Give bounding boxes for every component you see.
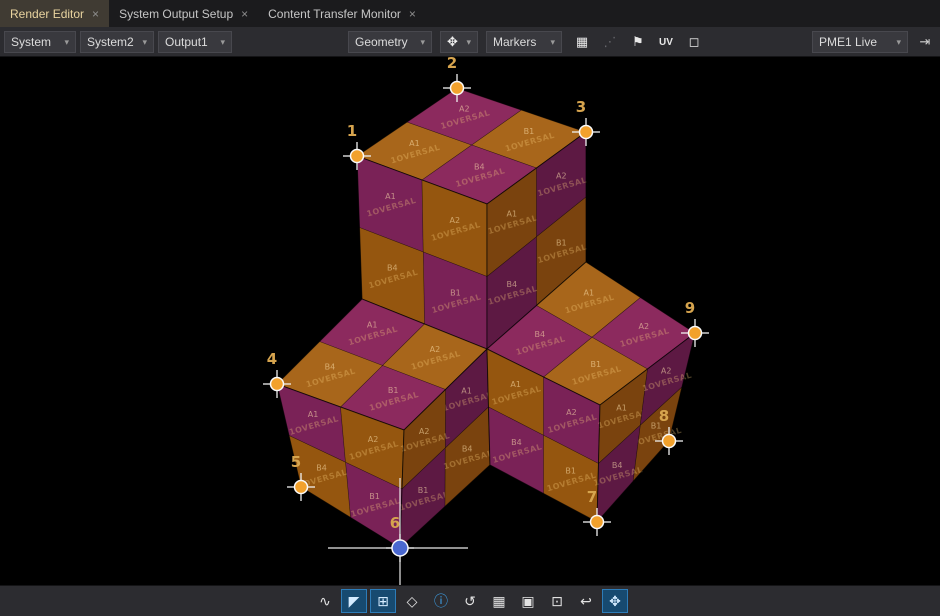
tab-render-editor[interactable]: Render Editor × <box>0 0 109 27</box>
screen-import-button[interactable]: ⊡ <box>544 589 570 613</box>
svg-text:1: 1 <box>347 122 357 140</box>
move-arrows-icon: ✥ <box>447 34 458 50</box>
svg-text:B4: B4 <box>316 464 327 473</box>
svg-text:A1: A1 <box>506 209 517 218</box>
svg-text:B4: B4 <box>612 461 623 470</box>
svg-text:B1: B1 <box>369 492 380 501</box>
svg-text:3: 3 <box>576 98 586 116</box>
svg-text:A1: A1 <box>308 410 319 419</box>
toolbar-icon-group: ▦⋰⚑UV◻ <box>570 31 706 53</box>
chevron-down-icon: ▾ <box>64 37 69 48</box>
svg-text:A2: A2 <box>556 171 567 180</box>
svg-text:B1: B1 <box>388 386 399 395</box>
flag-icon[interactable]: ⚑ <box>626 31 650 53</box>
svg-text:5: 5 <box>291 453 301 471</box>
bottom-toolbar: ∿◤⊞◇ⓘ↺▦▣⊡↩✥ <box>0 585 940 616</box>
svg-text:A1: A1 <box>409 139 420 148</box>
snap-path-icon[interactable]: ⋰ <box>598 31 622 53</box>
live-mode-dropdown[interactable]: PME1 Live ▾ <box>812 31 908 53</box>
uv-icon[interactable]: UV <box>654 31 678 53</box>
svg-text:7: 7 <box>587 488 597 506</box>
svg-text:A1: A1 <box>367 321 378 330</box>
system2-dropdown[interactable]: System2 ▾ <box>80 31 154 53</box>
svg-text:B4: B4 <box>506 280 517 289</box>
svg-text:B4: B4 <box>474 162 485 171</box>
spline-tool-button[interactable]: ∿ <box>312 589 338 613</box>
svg-text:2: 2 <box>447 57 457 72</box>
plane-tool-button[interactable]: ◇ <box>399 589 425 613</box>
chevron-down-icon: ▾ <box>142 37 147 48</box>
svg-text:6: 6 <box>390 514 400 532</box>
svg-text:4: 4 <box>267 350 277 368</box>
svg-text:A2: A2 <box>661 367 672 376</box>
svg-text:A2: A2 <box>450 216 461 225</box>
svg-text:A2: A2 <box>430 345 441 354</box>
viewport-svg: A11OVERSALA21OVERSALB11OVERSALB41OVERSAL… <box>0 57 940 585</box>
selection-box-icon[interactable]: ◻ <box>682 31 706 53</box>
svg-text:B1: B1 <box>590 360 601 369</box>
tab-content-transfer-monitor[interactable]: Content Transfer Monitor × <box>258 0 426 27</box>
screen-export-button[interactable]: ▣ <box>515 589 541 613</box>
render-editor-window: Render Editor×System Output Setup×Conten… <box>0 0 940 616</box>
output-dropdown[interactable]: Output1 ▾ <box>158 31 232 53</box>
svg-text:A1: A1 <box>510 380 521 389</box>
chevron-down-icon: ▾ <box>220 37 225 48</box>
svg-text:A2: A2 <box>419 427 430 436</box>
chevron-down-icon: ▾ <box>466 37 471 48</box>
tab-label: System Output Setup <box>119 7 233 21</box>
svg-text:A2: A2 <box>566 408 577 417</box>
tab-system-output-setup[interactable]: System Output Setup × <box>109 0 258 27</box>
svg-text:A2: A2 <box>368 435 379 444</box>
chevron-down-icon: ▾ <box>896 37 901 48</box>
svg-text:B1: B1 <box>418 486 429 495</box>
svg-text:B4: B4 <box>462 445 473 454</box>
grid-icon[interactable]: ▦ <box>570 31 594 53</box>
live-mode-label: PME1 Live <box>819 35 877 49</box>
svg-text:B1: B1 <box>524 127 535 136</box>
svg-text:A1: A1 <box>616 404 627 413</box>
svg-text:9: 9 <box>685 299 695 317</box>
move-tool-dropdown[interactable]: ✥ ▾ <box>440 31 478 53</box>
system-dropdown-label: System <box>11 35 51 49</box>
svg-text:A1: A1 <box>385 192 396 201</box>
pin-icon: ⇥ <box>920 34 931 50</box>
close-icon[interactable]: × <box>241 8 248 20</box>
svg-text:B4: B4 <box>387 264 398 273</box>
system-dropdown[interactable]: System ▾ <box>4 31 76 53</box>
geometry-dropdown-label: Geometry <box>355 35 408 49</box>
geometry-dropdown[interactable]: Geometry ▾ <box>348 31 432 53</box>
close-icon[interactable]: × <box>409 8 416 20</box>
pointer-tool-button[interactable]: ◤ <box>341 589 367 613</box>
svg-text:B4: B4 <box>534 330 545 339</box>
render-viewport[interactable]: A11OVERSALA21OVERSALB11OVERSALB41OVERSAL… <box>0 57 940 585</box>
svg-text:B1: B1 <box>450 288 461 297</box>
main-toolbar: System ▾ System2 ▾ Output1 ▾ Geometry ▾ … <box>0 27 940 57</box>
svg-text:B4: B4 <box>325 363 336 372</box>
svg-text:A2: A2 <box>459 104 470 113</box>
move-tool-button[interactable]: ✥ <box>602 589 628 613</box>
close-icon[interactable]: × <box>92 8 99 20</box>
system2-dropdown-label: System2 <box>87 35 134 49</box>
pin-panel-button[interactable]: ⇥ <box>914 31 936 53</box>
svg-text:A2: A2 <box>638 322 649 331</box>
tab-bar: Render Editor×System Output Setup×Conten… <box>0 0 940 27</box>
tab-label: Render Editor <box>10 7 84 21</box>
mesh-grid-button[interactable]: ▦ <box>486 589 512 613</box>
output-dropdown-label: Output1 <box>165 35 208 49</box>
svg-text:B4: B4 <box>511 438 522 447</box>
chevron-down-icon: ▾ <box>420 37 425 48</box>
svg-text:A1: A1 <box>461 386 472 395</box>
chevron-down-icon: ▾ <box>550 37 555 48</box>
undo-button[interactable]: ↩ <box>573 589 599 613</box>
markers-dropdown-label: Markers <box>493 35 536 49</box>
svg-text:8: 8 <box>659 407 669 425</box>
svg-text:B1: B1 <box>556 238 567 247</box>
curve-tool-button[interactable]: ↺ <box>457 589 483 613</box>
svg-text:B1: B1 <box>565 467 576 476</box>
grid-tool-button[interactable]: ⊞ <box>370 589 396 613</box>
info-toggle-button[interactable]: ⓘ <box>428 589 454 613</box>
svg-text:A1: A1 <box>583 289 594 298</box>
markers-dropdown[interactable]: Markers ▾ <box>486 31 562 53</box>
tab-label: Content Transfer Monitor <box>268 7 401 21</box>
